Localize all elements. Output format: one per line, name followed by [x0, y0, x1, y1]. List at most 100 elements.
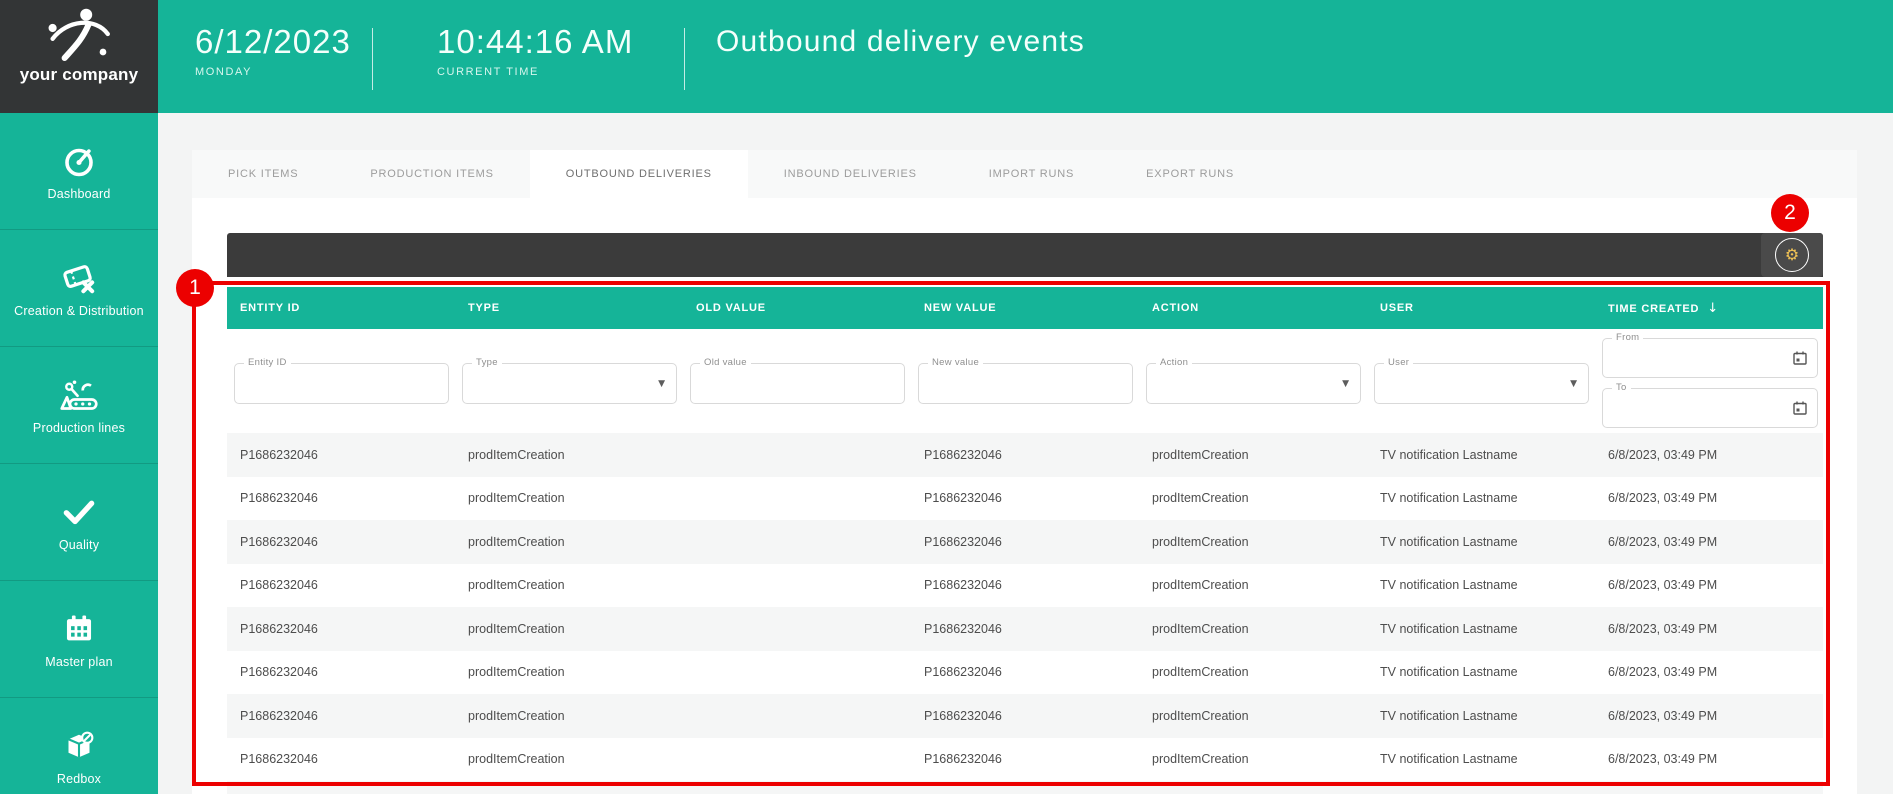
table-cell: prodItemCreation [1152, 578, 1249, 593]
filter-user-input[interactable] [1375, 364, 1588, 403]
table-cell: P1686232046 [924, 447, 1002, 462]
sidebar-item-redbox[interactable]: Redbox [0, 698, 158, 794]
column-header-type[interactable]: TYPE [455, 302, 683, 314]
filter-new-value[interactable]: New value [918, 357, 1133, 404]
table-row[interactable]: P1686232046 prodItemCreation P1686232046… [227, 651, 1823, 695]
table-cell: TV notification Lastname [1380, 708, 1518, 723]
sidebar-item-label: Dashboard [47, 187, 111, 201]
table-toolbar: ⚙ [227, 233, 1823, 277]
table-cell: prodItemCreation [1152, 491, 1249, 506]
table-header-row: ENTITY ID TYPE OLD VALUE NEW VALUE ACTIO… [227, 287, 1823, 329]
table-row[interactable]: P1686232046 prodItemCreation P1686232046… [227, 694, 1823, 738]
table-cell: TV notification Lastname [1380, 752, 1518, 767]
header-date-label: MONDAY [195, 66, 253, 78]
column-header-entity-id[interactable]: ENTITY ID [227, 302, 455, 314]
filter-date-to[interactable]: To [1602, 382, 1818, 428]
filter-type-input[interactable] [463, 364, 676, 403]
chevron-down-icon[interactable]: ▼ [1342, 379, 1349, 389]
chevron-down-icon[interactable]: ▼ [1570, 379, 1577, 389]
sidebar-item-creation-distribution[interactable]: Creation & Distribution [0, 230, 158, 347]
filter-from-input[interactable] [1603, 339, 1817, 377]
table-cell: 6/8/2023, 03:49 PM [1608, 447, 1718, 462]
logo-block[interactable]: your company [0, 0, 158, 113]
filter-type[interactable]: Type ▼ [462, 357, 677, 404]
settings-button[interactable]: ⚙ [1761, 233, 1823, 277]
table-cell: P1686232046 [924, 665, 1002, 680]
filter-action-input[interactable] [1147, 364, 1360, 403]
filter-label: Type [472, 357, 502, 368]
table-row[interactable]: P1686232046 prodItemCreation P1686232046… [227, 477, 1823, 521]
table-cell: TV notification Lastname [1380, 578, 1518, 593]
sidebar-item-quality[interactable]: Quality [0, 464, 158, 581]
sidebar-item-master-plan[interactable]: Master plan [0, 581, 158, 698]
filter-to-input[interactable] [1603, 389, 1817, 427]
table-cell: prodItemCreation [1152, 752, 1249, 767]
table-cell: P1686232046 [240, 708, 318, 723]
filter-label: To [1612, 382, 1631, 393]
table-cell: prodItemCreation [468, 708, 565, 723]
table-cell: P1686232046 [240, 752, 318, 767]
table-cell: P1686232046 [924, 708, 1002, 723]
filter-date-from[interactable]: From [1602, 332, 1818, 378]
dashboard-gauge-icon [61, 141, 97, 181]
tab-outbound-deliveries[interactable]: OUTBOUND DELIVERIES [529, 150, 748, 198]
checkmark-icon [60, 492, 98, 532]
table-cell: prodItemCreation [1152, 621, 1249, 636]
table-cell: TV notification Lastname [1380, 534, 1518, 549]
table-cell: P1686232046 [240, 578, 318, 593]
filter-old-value[interactable]: Old value [690, 357, 905, 404]
filter-new-value-input[interactable] [919, 364, 1132, 403]
table-row[interactable]: P1686232046 prodItemCreation P1686232046… [227, 738, 1823, 782]
column-header-time-created[interactable]: TIME CREATED ↓ [1595, 301, 1823, 316]
header-date-group: 6/12/2023 MONDAY [195, 23, 351, 79]
sidebar-item-production-lines[interactable]: Production lines [0, 347, 158, 464]
table-row[interactable]: P1686232046 prodItemCreation P1686232046… [227, 564, 1823, 608]
table-cell: 6/8/2023, 03:49 PM [1608, 534, 1718, 549]
sidebar-item-label: Master plan [45, 655, 113, 669]
tab-inbound-deliveries[interactable]: INBOUND DELIVERIES [748, 150, 953, 198]
sidebar-item-label: Redbox [56, 772, 102, 786]
table-cell: TV notification Lastname [1380, 621, 1518, 636]
table-cell: prodItemCreation [468, 447, 565, 462]
sort-desc-arrow-icon[interactable]: ↓ [1707, 301, 1719, 316]
table-cell: 6/8/2023, 03:49 PM [1608, 752, 1718, 767]
header-divider [684, 28, 685, 90]
table-cell: prodItemCreation [1152, 665, 1249, 680]
column-header-action[interactable]: ACTION [1139, 302, 1367, 314]
chevron-down-icon[interactable]: ▼ [658, 379, 665, 389]
column-header-user[interactable]: USER [1367, 302, 1595, 314]
tab-pick-items[interactable]: PICK ITEMS [192, 150, 334, 198]
sidebar-item-dashboard[interactable]: Dashboard [0, 113, 158, 230]
filter-old-value-input[interactable] [691, 364, 904, 403]
filter-label: New value [928, 357, 984, 368]
table-cell: P1686232046 [924, 578, 1002, 593]
filter-label: Entity ID [244, 357, 291, 368]
table-row[interactable]: P1686232046 prodItemCreation P1686232046… [227, 607, 1823, 651]
filter-action[interactable]: Action ▼ [1146, 357, 1361, 404]
table-cell: P1686232046 [240, 534, 318, 549]
table-row[interactable]: P1686232046 prodItemCreation P1686232046… [227, 520, 1823, 564]
filter-entity-id-input[interactable] [235, 364, 448, 403]
calendar-icon[interactable] [1792, 350, 1808, 366]
sidebar-item-label: Production lines [32, 421, 126, 435]
table-cell: prodItemCreation [468, 534, 565, 549]
logo-text: your company [19, 65, 139, 84]
tab-production-items[interactable]: PRODUCTION ITEMS [334, 150, 529, 198]
table-row[interactable]: P1686232046 prodItemCreation P1686232046… [227, 433, 1823, 477]
tab-import-runs[interactable]: IMPORT RUNS [953, 150, 1110, 198]
table-cell: P1686232046 [924, 621, 1002, 636]
filter-user[interactable]: User ▼ [1374, 357, 1589, 404]
tab-export-runs[interactable]: EXPORT RUNS [1110, 150, 1270, 198]
table-row[interactable]: P1686232046 prodItemCreation P1686232046… [227, 781, 1823, 794]
header-time-label: CURRENT TIME [437, 66, 539, 78]
header-date: 6/12/2023 [195, 23, 351, 60]
tab-bar: PICK ITEMS PRODUCTION ITEMS OUTBOUND DEL… [192, 150, 1857, 198]
column-header-old-value[interactable]: OLD VALUE [683, 302, 911, 314]
calendar-icon[interactable] [1792, 400, 1808, 416]
filter-entity-id[interactable]: Entity ID [234, 357, 449, 404]
page-title: Outbound delivery events [716, 25, 1086, 58]
filter-row: Entity ID Type ▼ Old value New value Act… [227, 329, 1823, 433]
column-header-new-value[interactable]: NEW VALUE [911, 302, 1139, 314]
running-person-logo-icon [43, 2, 115, 71]
table-cell: P1686232046 [240, 621, 318, 636]
